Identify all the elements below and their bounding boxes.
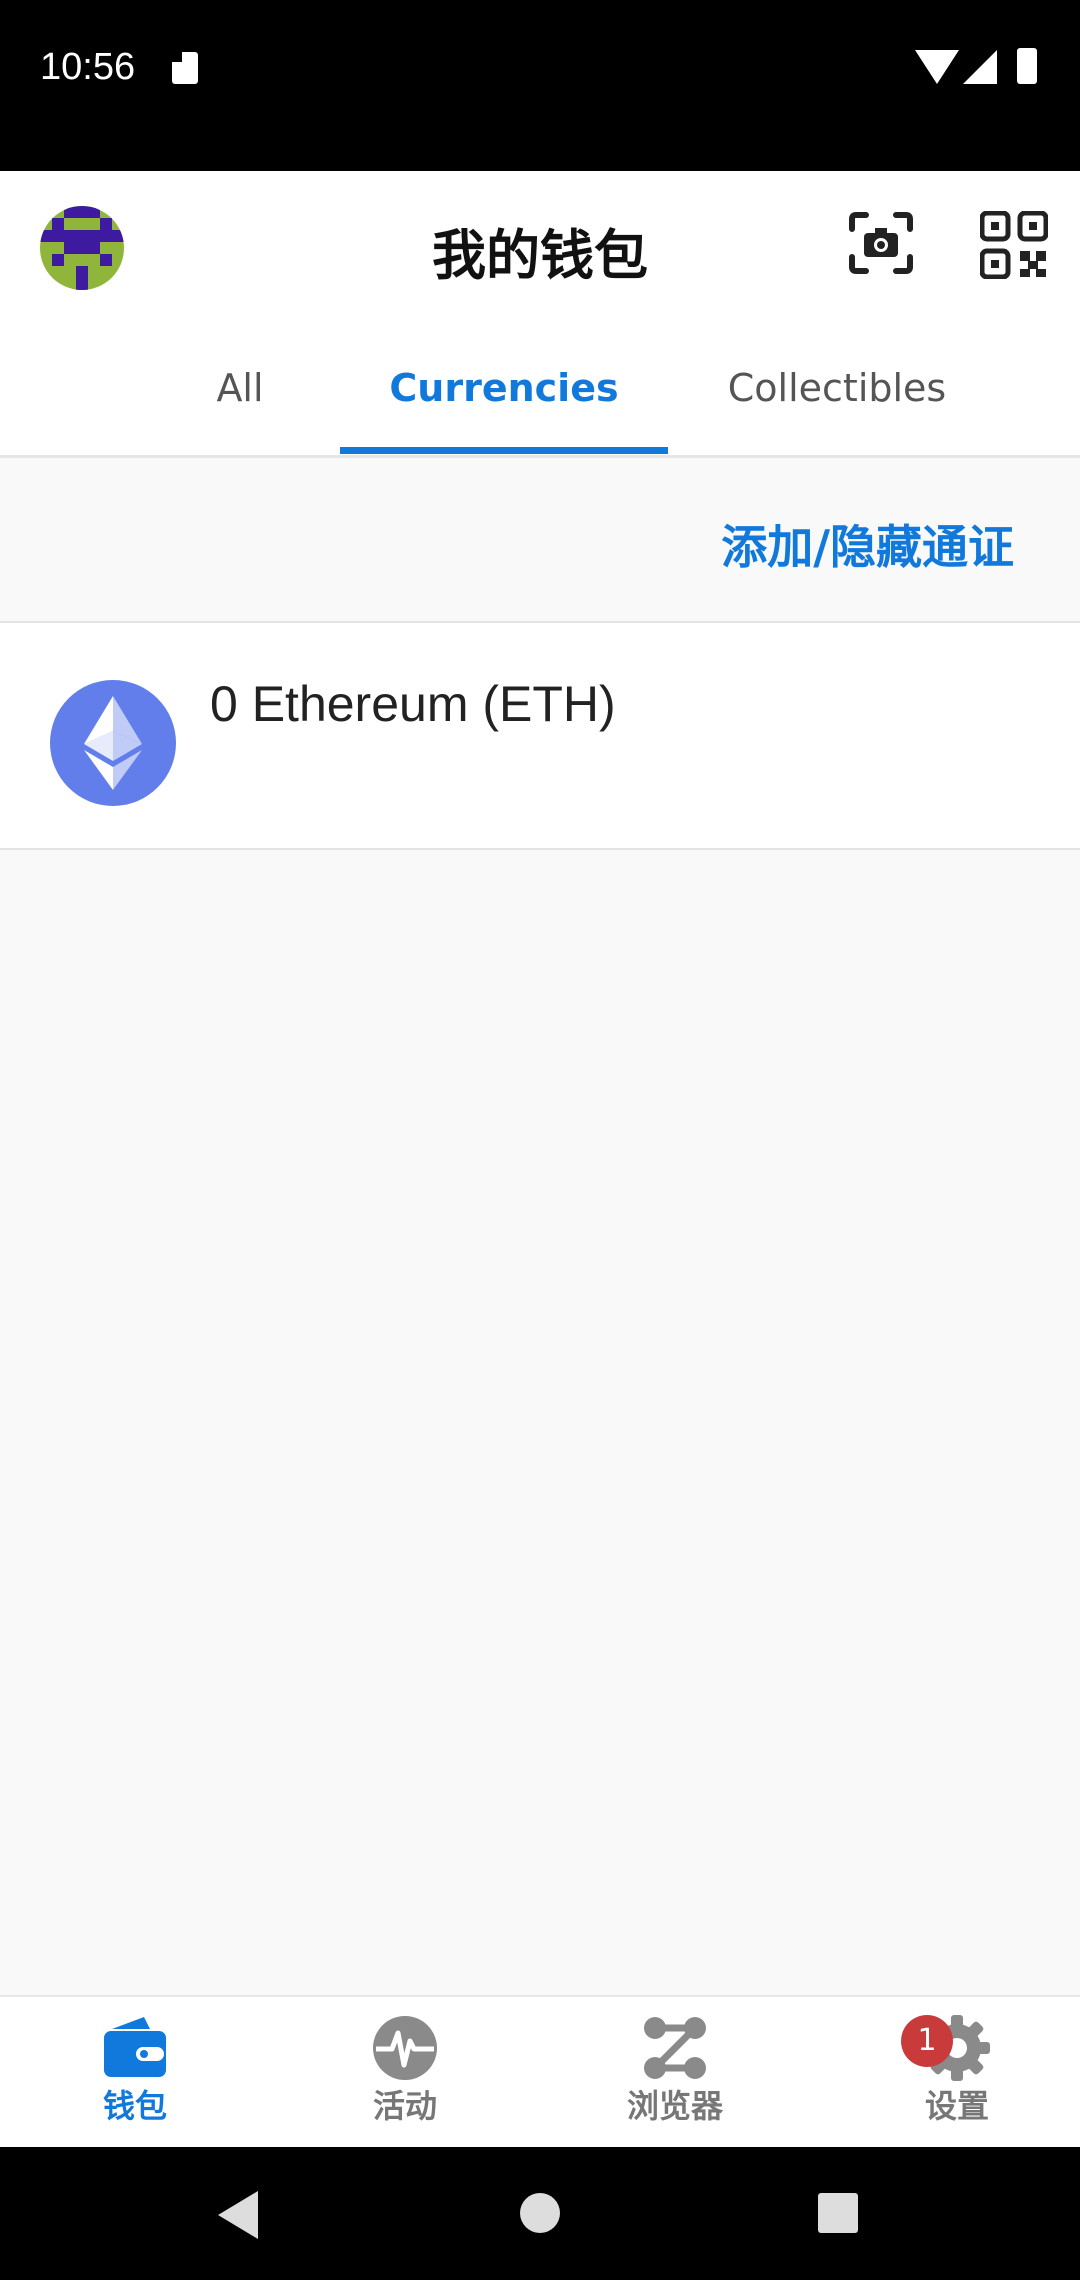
tab-all[interactable]: All	[170, 366, 310, 410]
nav-wallet-label: 钱包	[102, 2087, 167, 2125]
status-time: 10:56	[40, 46, 136, 88]
nav-settings-label: 设置	[924, 2087, 989, 2125]
wifi-icon	[915, 50, 959, 84]
system-navigation-bar	[0, 2147, 1080, 2280]
nav-wallet[interactable]: 钱包	[35, 2015, 235, 2127]
sd-card-icon	[172, 52, 198, 84]
tab-currencies[interactable]: Currencies	[340, 366, 668, 410]
back-icon[interactable]	[218, 2191, 258, 2239]
wallet-icon	[104, 2017, 166, 2077]
status-bar: 10:56	[0, 0, 1080, 171]
recents-icon[interactable]	[818, 2193, 858, 2233]
asset-balance: 0 Ethereum (ETH)	[210, 676, 616, 732]
nav-browser[interactable]: 浏览器	[575, 2015, 775, 2127]
page-title: 我的钱包	[432, 224, 648, 287]
ethereum-icon	[50, 680, 176, 806]
tabs-divider	[0, 455, 1080, 458]
qr-code-icon[interactable]	[980, 211, 1048, 279]
notification-badge: 1	[901, 2015, 953, 2067]
tab-collectibles[interactable]: Collectibles	[710, 366, 964, 410]
signal-icon	[963, 50, 997, 84]
activity-icon	[373, 2016, 437, 2080]
bottom-navigation: 钱包 活动 浏览器 设置 1	[0, 1995, 1080, 2149]
nav-activity[interactable]: 活动	[305, 2015, 505, 2127]
token-action-bar: 添加/隐藏通证	[0, 461, 1080, 623]
nav-settings[interactable]: 设置 1	[857, 2015, 1057, 2127]
battery-icon	[1017, 48, 1037, 84]
asset-row-eth[interactable]: 0 Ethereum (ETH)	[0, 623, 1080, 850]
nav-activity-label: 活动	[372, 2087, 437, 2125]
add-hide-tokens-link[interactable]: 添加/隐藏通证	[721, 511, 1014, 577]
browser-icon	[644, 2017, 706, 2079]
scan-camera-icon[interactable]	[848, 211, 914, 275]
active-tab-indicator	[340, 447, 668, 454]
nav-browser-label: 浏览器	[626, 2087, 723, 2125]
app-header: 我的钱包 All Currencies Collectibles	[0, 171, 1080, 458]
asset-tabs: All Currencies Collectibles	[0, 330, 1080, 458]
home-icon[interactable]	[520, 2193, 560, 2233]
